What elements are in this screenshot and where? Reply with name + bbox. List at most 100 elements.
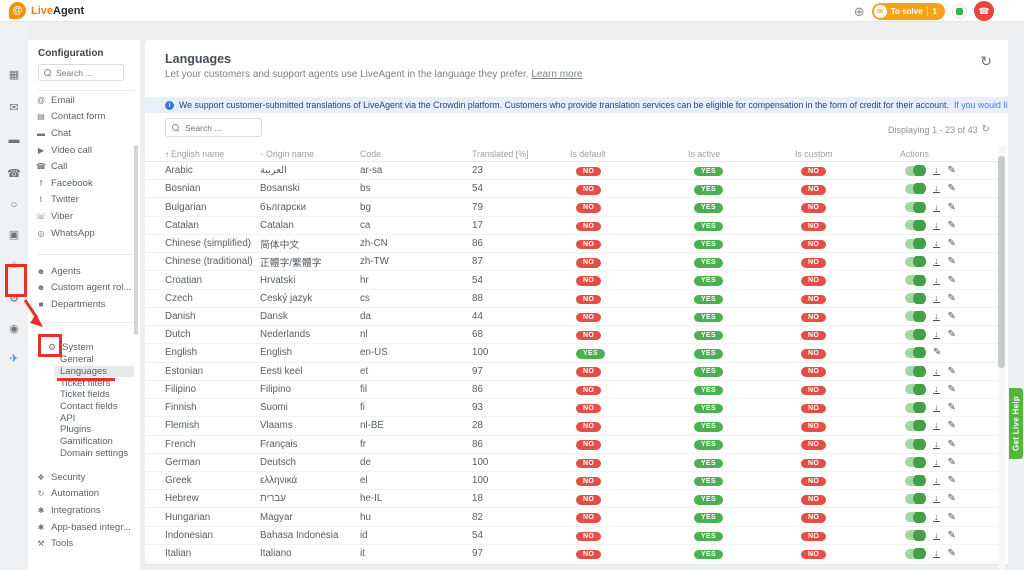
table-search-input[interactable]	[185, 123, 255, 133]
rocket-icon[interactable]: ✈	[0, 353, 28, 366]
active-toggle[interactable]	[905, 384, 925, 394]
banner-learn-more-link[interactable]: If you would like to contribute to the t…	[954, 100, 1008, 110]
download-icon[interactable]: ↓	[933, 531, 940, 540]
edit-pencil-icon[interactable]: ✎	[948, 366, 956, 377]
download-icon[interactable]: ↓	[933, 421, 940, 430]
sidebar-item-twitter[interactable]: t Twitter	[28, 192, 140, 209]
sidebar-item-facebook[interactable]: f Facebook	[28, 175, 140, 192]
learn-more-link[interactable]: Learn more	[531, 69, 582, 80]
sidebar-item-call[interactable]: ☎ Call	[28, 158, 140, 175]
edit-pencil-icon[interactable]: ✎	[948, 165, 956, 176]
download-icon[interactable]: ↓	[933, 476, 940, 485]
edit-pencil-icon[interactable]: ✎	[948, 548, 956, 559]
chat-icon[interactable]: ▬	[0, 134, 28, 147]
edit-pencil-icon[interactable]: ✎	[948, 457, 956, 468]
edit-pencil-icon[interactable]: ✎	[948, 256, 956, 267]
dashboard-icon[interactable]: ▦	[0, 69, 28, 82]
refresh-icon[interactable]: ↻	[980, 53, 992, 70]
active-toggle[interactable]	[905, 549, 925, 559]
edit-pencil-icon[interactable]: ✎	[948, 439, 956, 450]
sidebar-item-contact-fields[interactable]: Contact fields	[28, 401, 140, 413]
column-header-translated-[interactable]: Translated [%]	[472, 149, 570, 159]
sidebar-item-chat[interactable]: ▬ Chat	[28, 125, 140, 142]
active-toggle[interactable]	[905, 166, 925, 176]
sidebar-item-security[interactable]: ❖ Security	[28, 469, 140, 486]
active-toggle[interactable]	[905, 476, 925, 486]
active-toggle[interactable]	[905, 275, 925, 285]
edit-pencil-icon[interactable]: ✎	[933, 347, 941, 358]
sidebar-search[interactable]	[38, 64, 124, 81]
sidebar-item-app-based-integrations[interactable]: ✱ App-based integr...	[28, 519, 140, 536]
sidebar-search-input[interactable]	[56, 68, 116, 78]
edit-pencil-icon[interactable]: ✎	[948, 293, 956, 304]
active-toggle[interactable]	[905, 202, 925, 212]
edit-pencil-icon[interactable]: ✎	[948, 475, 956, 486]
contacts-icon[interactable]: ▣	[0, 229, 28, 242]
active-toggle[interactable]	[905, 457, 925, 467]
download-icon[interactable]: ↓	[933, 221, 940, 230]
edit-pencil-icon[interactable]: ✎	[948, 220, 956, 231]
to-solve-button[interactable]: ✉ To solve 1	[872, 3, 945, 20]
column-header-code[interactable]: Code	[360, 149, 472, 159]
active-toggle[interactable]	[905, 257, 925, 267]
sidebar-item-gamification[interactable]: Gamification	[28, 436, 140, 448]
sidebar-item-automation[interactable]: ↻ Automation	[28, 486, 140, 503]
sidebar-item-whatsapp[interactable]: ◎ WhatsApp	[28, 225, 140, 242]
sidebar-item-ticket-filters[interactable]: Ticket filters	[28, 377, 140, 389]
download-icon[interactable]: ↓	[933, 276, 940, 285]
download-icon[interactable]: ↓	[933, 312, 940, 321]
edit-pencil-icon[interactable]: ✎	[948, 183, 956, 194]
download-icon[interactable]: ↓	[933, 458, 940, 467]
active-toggle[interactable]	[905, 512, 925, 522]
active-toggle[interactable]	[905, 421, 925, 431]
sidebar-item-tools[interactable]: ⚒ Tools	[28, 535, 140, 552]
active-toggle[interactable]	[905, 293, 925, 303]
active-toggle[interactable]	[905, 348, 925, 358]
edit-pencil-icon[interactable]: ✎	[948, 202, 956, 213]
active-toggle[interactable]	[905, 311, 925, 321]
sidebar-item-video-call[interactable]: ▶ Video call	[28, 142, 140, 159]
sidebar-item-plugins[interactable]: Plugins	[28, 424, 140, 436]
add-new-icon[interactable]: ⊕	[854, 5, 865, 18]
table-search[interactable]	[165, 118, 262, 137]
scrollbar-thumb[interactable]	[998, 156, 1005, 368]
sidebar-item-system[interactable]: ⚙ System	[28, 339, 140, 355]
active-toggle[interactable]	[905, 330, 925, 340]
edit-pencil-icon[interactable]: ✎	[948, 275, 956, 286]
edit-pencil-icon[interactable]: ✎	[948, 384, 956, 395]
download-icon[interactable]: ↓	[933, 385, 940, 394]
sidebar-item-general[interactable]: General	[28, 354, 140, 366]
active-toggle[interactable]	[905, 220, 925, 230]
download-icon[interactable]: ↓	[933, 330, 940, 339]
download-icon[interactable]: ↓	[933, 367, 940, 376]
download-icon[interactable]: ↓	[933, 549, 940, 558]
edit-pencil-icon[interactable]: ✎	[948, 329, 956, 340]
download-icon[interactable]: ↓	[933, 440, 940, 449]
sidebar-scrollbar-thumb[interactable]	[134, 145, 138, 335]
active-toggle[interactable]	[905, 494, 925, 504]
download-icon[interactable]: ↓	[933, 239, 940, 248]
sidebar-item-ticket-fields[interactable]: Ticket fields	[28, 389, 140, 401]
agent-status-button[interactable]	[952, 4, 967, 19]
mail-icon[interactable]: ✉	[0, 102, 28, 115]
sidebar-item-integrations[interactable]: ✱ Integrations	[28, 502, 140, 519]
sidebar-item-departments[interactable]: ■ Departments	[28, 296, 140, 313]
settings-gear-icon[interactable]: ⚙	[0, 293, 28, 306]
active-toggle[interactable]	[905, 439, 925, 449]
sidebar-item-email[interactable]: @ Email	[28, 92, 140, 109]
sidebar-item-languages[interactable]: Languages	[54, 366, 134, 378]
sidebar-item-custom-agent-roles[interactable]: ☻ Custom agent rol...	[28, 280, 140, 297]
download-icon[interactable]: ↓	[933, 403, 940, 412]
edit-pencil-icon[interactable]: ✎	[948, 420, 956, 431]
phone-icon[interactable]: ☎	[0, 168, 28, 181]
active-toggle[interactable]	[905, 530, 925, 540]
bank-icon[interactable]: ⌂	[0, 259, 28, 272]
sidebar-item-domain-settings[interactable]: Domain settings	[28, 448, 140, 460]
active-toggle[interactable]	[905, 403, 925, 413]
edit-pencil-icon[interactable]: ✎	[948, 238, 956, 249]
sidebar-item-agents[interactable]: ☻ Agents	[28, 263, 140, 280]
download-icon[interactable]: ↓	[933, 294, 940, 303]
refresh-list-icon[interactable]: ↻	[982, 124, 990, 135]
download-icon[interactable]: ↓	[933, 257, 940, 266]
phone-status-button[interactable]: ☎	[974, 1, 994, 21]
